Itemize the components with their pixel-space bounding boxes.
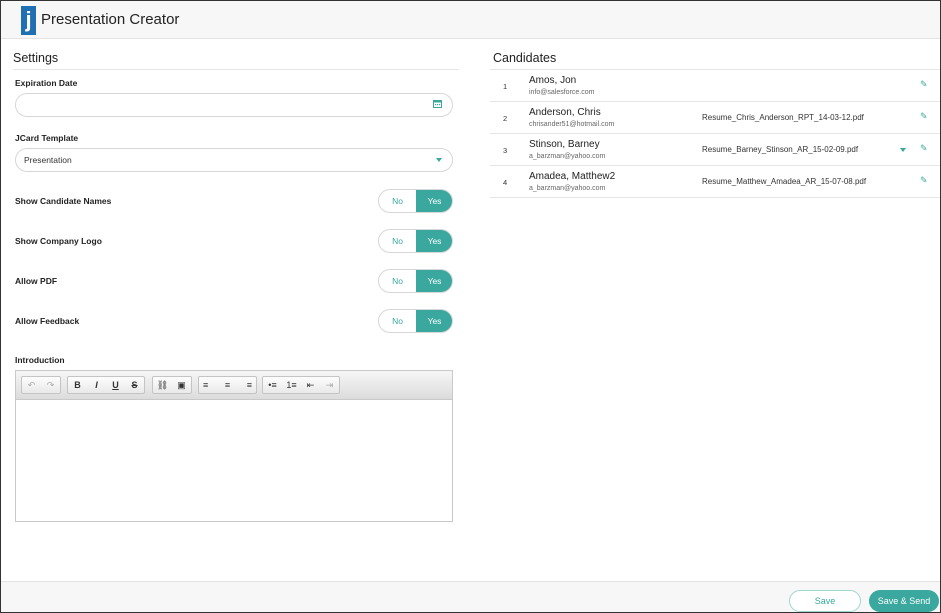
toggle-yes[interactable]: Yes [416, 230, 452, 252]
show-candidate-names-toggle[interactable]: No Yes [378, 189, 453, 213]
indent-icon[interactable]: ⇥ [320, 377, 339, 393]
introduction-label: Introduction [15, 355, 65, 365]
list-group: •≡ 1≡ ⇤ ⇥ [262, 376, 340, 394]
candidate-email: info@salesforce.com [529, 89, 595, 96]
candidate-resume[interactable]: Resume_Barney_Stinson_AR_15-02-09.pdf [702, 145, 858, 154]
bulleted-list-icon[interactable]: •≡ [263, 377, 282, 393]
candidate-index: 3 [503, 146, 508, 155]
expiration-date-label: Expiration Date [15, 78, 78, 88]
outdent-icon[interactable]: ⇤ [301, 377, 320, 393]
show-company-logo-toggle[interactable]: No Yes [378, 229, 453, 253]
candidate-name: Amadea, Matthew2 [529, 171, 616, 182]
align-left-icon[interactable]: ≡ [199, 377, 218, 393]
chevron-down-icon[interactable] [900, 148, 906, 152]
app-logo: j [21, 6, 36, 35]
candidate-name: Amos, Jon [529, 75, 577, 86]
pencil-icon[interactable]: ✎ [920, 111, 928, 122]
introduction-editor: ↶ ↷ B I U S ⛓ ▣ ≡ ≡ ≡ •≡ 1≡ ⇤ ⇥ [15, 370, 453, 522]
pencil-icon[interactable]: ✎ [920, 79, 928, 90]
save-and-send-button[interactable]: Save & Send [869, 590, 939, 612]
introduction-textarea[interactable] [16, 400, 452, 521]
settings-title: Settings [13, 51, 59, 65]
save-button[interactable]: Save [789, 590, 861, 612]
italic-button[interactable]: I [87, 377, 106, 393]
image-icon[interactable]: ▣ [172, 377, 191, 393]
toggle-no[interactable]: No [379, 190, 416, 212]
bold-button[interactable]: B [68, 377, 87, 393]
candidate-name: Anderson, Chris [529, 107, 601, 118]
numbered-list-icon[interactable]: 1≡ [282, 377, 301, 393]
candidate-index: 2 [503, 114, 508, 123]
footer-bar: Save Save & Send [1, 581, 940, 612]
jcard-template-select[interactable]: Presentation [15, 148, 453, 172]
show-company-logo-label: Show Company Logo [15, 236, 102, 246]
jcard-template-label: JCard Template [15, 133, 79, 143]
toggle-yes[interactable]: Yes [416, 270, 452, 292]
toggle-no[interactable]: No [379, 310, 416, 332]
app-window: j Presentation Creator Settings Expirati… [0, 0, 941, 613]
allow-feedback-label: Allow Feedback [15, 316, 80, 326]
candidate-email: chrisander51@hotmail.com [529, 121, 615, 128]
candidate-row[interactable]: 1 Amos, Jon info@salesforce.com ✎ [490, 70, 940, 102]
expiration-date-input[interactable] [15, 93, 453, 117]
candidate-row[interactable]: 3 Stinson, Barney a_barzman@yahoo.com Re… [490, 134, 940, 166]
candidate-row[interactable]: 4 Amadea, Matthew2 a_barzman@yahoo.com R… [490, 166, 940, 198]
link-icon[interactable]: ⛓ [153, 377, 172, 393]
candidate-row[interactable]: 2 Anderson, Chris chrisander51@hotmail.c… [490, 102, 940, 134]
strikethrough-button[interactable]: S [125, 377, 144, 393]
candidates-title: Candidates [493, 51, 557, 65]
candidate-index: 1 [503, 82, 508, 91]
redo-button[interactable]: ↷ [41, 377, 60, 393]
allow-pdf-toggle[interactable]: No Yes [378, 269, 453, 293]
format-group: B I U S [67, 376, 145, 394]
pencil-icon[interactable]: ✎ [920, 175, 928, 186]
app-header: j Presentation Creator [1, 1, 940, 39]
candidate-resume[interactable]: Resume_Matthew_Amadea_AR_15-07-08.pdf [702, 177, 866, 186]
history-group: ↶ ↷ [21, 376, 61, 394]
align-group: ≡ ≡ ≡ [198, 376, 257, 394]
toggle-no[interactable]: No [379, 270, 416, 292]
allow-pdf-label: Allow PDF [15, 276, 58, 286]
candidate-resume[interactable]: Resume_Chris_Anderson_RPT_14-03-12.pdf [702, 113, 864, 122]
toggle-yes[interactable]: Yes [416, 190, 452, 212]
align-center-icon[interactable]: ≡ [218, 377, 237, 393]
show-candidate-names-label: Show Candidate Names [15, 196, 112, 206]
align-right-icon[interactable]: ≡ [237, 377, 256, 393]
insert-group: ⛓ ▣ [152, 376, 192, 394]
calendar-icon[interactable] [433, 99, 442, 110]
settings-divider [13, 69, 459, 70]
toggle-no[interactable]: No [379, 230, 416, 252]
editor-toolbar: ↶ ↷ B I U S ⛓ ▣ ≡ ≡ ≡ •≡ 1≡ ⇤ ⇥ [16, 371, 452, 400]
toggle-yes[interactable]: Yes [416, 310, 452, 332]
candidate-email: a_barzman@yahoo.com [529, 185, 606, 192]
allow-feedback-toggle[interactable]: No Yes [378, 309, 453, 333]
logo-letter: j [25, 7, 32, 32]
candidate-index: 4 [503, 178, 508, 187]
candidate-email: a_barzman@yahoo.com [529, 153, 606, 160]
pencil-icon[interactable]: ✎ [920, 143, 928, 154]
jcard-template-value: Presentation [24, 155, 72, 165]
chevron-down-icon [436, 158, 442, 162]
underline-button[interactable]: U [106, 377, 125, 393]
app-title: Presentation Creator [41, 11, 180, 28]
candidate-name: Stinson, Barney [529, 139, 600, 150]
undo-button[interactable]: ↶ [22, 377, 41, 393]
